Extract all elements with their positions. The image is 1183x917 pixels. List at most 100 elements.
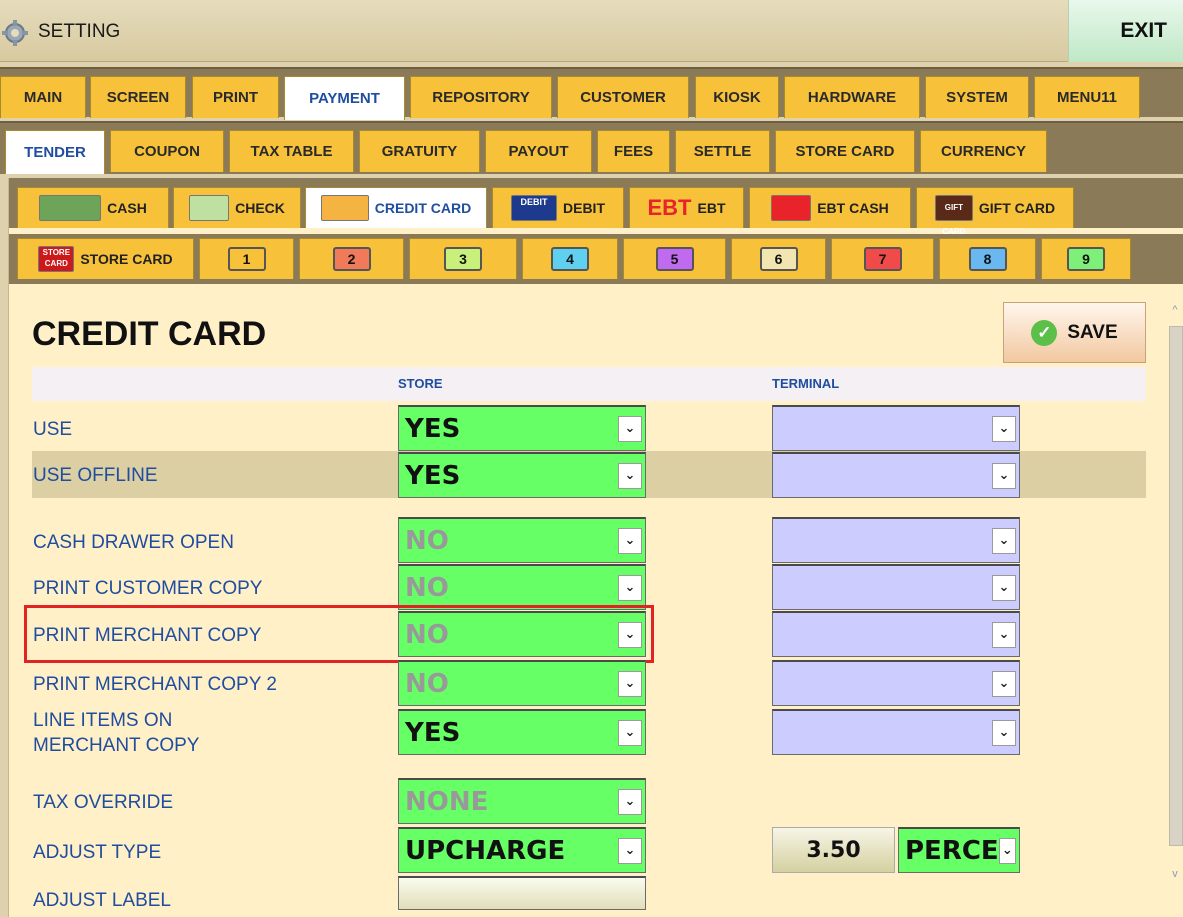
- tab-customer[interactable]: CUSTOMER: [557, 76, 689, 118]
- chevron-down-icon: ⌄: [992, 719, 1016, 746]
- tab-kiosk[interactable]: KIOSK: [695, 76, 779, 118]
- print-merchant-copy-2-terminal-select[interactable]: ⌄: [772, 660, 1020, 706]
- cash-icon: [39, 195, 102, 221]
- tab-payout[interactable]: PAYOUT: [485, 130, 592, 172]
- print-merchant-copy-terminal-select[interactable]: ⌄: [772, 611, 1020, 657]
- chevron-down-icon: ⌄: [618, 788, 642, 815]
- use-offline-store-select[interactable]: YES ⌄: [398, 452, 646, 498]
- adjust-unit-select[interactable]: PERCE ⌄: [898, 827, 1020, 873]
- tab-print[interactable]: PRINT: [192, 76, 279, 118]
- tender-tab-4[interactable]: 4: [522, 238, 618, 279]
- tender-tab-2[interactable]: 2: [299, 238, 404, 279]
- title-bar: SETTING EXIT: [0, 0, 1183, 62]
- chevron-down-icon: ⌄: [992, 415, 1016, 442]
- tab-screen[interactable]: SCREEN: [90, 76, 186, 118]
- use-store-select[interactable]: YES ⌄: [398, 405, 646, 451]
- chevron-down-icon: ⌄: [998, 837, 1016, 864]
- tender-type-bar: CASH CHECK CREDIT CARD DEBIT DEBIT EBT E…: [9, 178, 1183, 260]
- scrollbar-thumb[interactable]: [1169, 326, 1183, 846]
- label-adjust-label: ADJUST LABEL: [33, 890, 171, 911]
- tender-tab-6[interactable]: 6: [731, 238, 826, 279]
- chevron-down-icon: ⌄: [618, 837, 642, 864]
- chevron-down-icon: ⌄: [618, 719, 642, 746]
- tab-tender[interactable]: TENDER: [5, 130, 105, 174]
- tender-9-icon: 9: [1067, 247, 1105, 271]
- exit-button[interactable]: EXIT: [1068, 0, 1183, 62]
- tab-tax-table[interactable]: TAX TABLE: [229, 130, 354, 172]
- chevron-down-icon: ⌄: [618, 574, 642, 601]
- scroll-up-icon[interactable]: ^: [1169, 304, 1181, 318]
- tender-tab-9[interactable]: 9: [1041, 238, 1131, 279]
- tender-tab-ebt-cash[interactable]: EBT CASH: [749, 187, 911, 228]
- gear-icon: [2, 20, 28, 46]
- tab-currency[interactable]: CURRENCY: [920, 130, 1047, 172]
- adjust-amount-input[interactable]: 3.50: [772, 827, 895, 873]
- custom-tender-bar: STORE CARD STORE CARD 1 2 3 4 5 6 7 8 9: [9, 234, 1183, 284]
- tab-store-card[interactable]: STORE CARD: [775, 130, 915, 172]
- tender-tab-credit-card[interactable]: CREDIT CARD: [305, 187, 487, 228]
- tender-3-icon: 3: [444, 247, 482, 271]
- tax-override-store-select[interactable]: NONE ⌄: [398, 778, 646, 824]
- debit-icon: DEBIT: [511, 195, 557, 221]
- tab-settle[interactable]: SETTLE: [675, 130, 770, 172]
- store-column-header: STORE: [398, 376, 443, 391]
- scroll-down-icon[interactable]: v: [1169, 868, 1181, 882]
- column-header: [32, 367, 1146, 401]
- print-merchant-copy-2-store-select[interactable]: NO ⌄: [398, 660, 646, 706]
- tender-tab-7[interactable]: 7: [831, 238, 934, 279]
- tab-payment[interactable]: PAYMENT: [284, 76, 405, 120]
- use-terminal-select[interactable]: ⌄: [772, 405, 1020, 451]
- label-cash-drawer-open: CASH DRAWER OPEN: [33, 532, 234, 553]
- store-card-icon: STORE CARD: [38, 246, 75, 272]
- terminal-column-header: TERMINAL: [772, 376, 840, 391]
- print-customer-copy-terminal-select[interactable]: ⌄: [772, 564, 1020, 610]
- line-items-store-select[interactable]: YES ⌄: [398, 709, 646, 755]
- tender-tab-gift-card[interactable]: GIFT CARD $25 GIFT CARD: [916, 187, 1074, 260]
- tender-7-icon: 7: [863, 247, 902, 271]
- tab-main[interactable]: MAIN: [0, 76, 86, 118]
- label-tax-override: TAX OVERRIDE: [33, 792, 174, 813]
- gift-card-icon: GIFT CARD $25: [934, 195, 973, 260]
- tender-tab-1[interactable]: 1: [199, 238, 294, 279]
- chevron-down-icon: ⌄: [992, 621, 1016, 648]
- adjust-label-input[interactable]: [398, 876, 646, 910]
- use-offline-terminal-select[interactable]: ⌄: [772, 452, 1020, 498]
- vertical-scrollbar[interactable]: ^ v: [1166, 296, 1183, 917]
- tender-tab-check[interactable]: CHECK: [173, 187, 301, 228]
- save-button[interactable]: ✓ SAVE: [1003, 302, 1146, 363]
- tender-4-icon: 4: [551, 247, 589, 271]
- line-items-terminal-select[interactable]: ⌄: [772, 709, 1020, 755]
- label-adjust-type: ADJUST TYPE: [33, 842, 162, 863]
- tender-tab-5[interactable]: 5: [623, 238, 726, 279]
- tender-tab-3[interactable]: 3: [409, 238, 517, 279]
- adjust-type-store-select[interactable]: UPCHARGE ⌄: [398, 827, 646, 873]
- chevron-down-icon: ⌄: [618, 527, 642, 554]
- tab-system[interactable]: SYSTEM: [925, 76, 1029, 118]
- cash-drawer-open-terminal-select[interactable]: ⌄: [772, 517, 1020, 563]
- tab-gratuity[interactable]: GRATUITY: [359, 130, 480, 172]
- tender-tab-ebt[interactable]: EBT EBT: [629, 187, 744, 228]
- chevron-down-icon: ⌄: [992, 670, 1016, 697]
- label-line-items-line2: MERCHANT COPY: [33, 735, 200, 756]
- tender-tab-cash[interactable]: CASH: [17, 187, 169, 228]
- tab-hardware[interactable]: HARDWARE: [784, 76, 920, 118]
- settings-window: SETTING EXIT MAIN SCREEN PRINT PAYMENT R…: [0, 0, 1183, 917]
- ebt-cash-icon: [771, 195, 812, 221]
- print-customer-copy-store-select[interactable]: NO ⌄: [398, 564, 646, 610]
- main-tab-bar: MAIN SCREEN PRINT PAYMENT REPOSITORY CUS…: [0, 67, 1183, 120]
- tab-fees[interactable]: FEES: [597, 130, 670, 172]
- window-title: SETTING: [38, 21, 121, 42]
- chevron-down-icon: ⌄: [618, 415, 642, 442]
- label-print-merchant-copy-2: PRINT MERCHANT COPY 2: [33, 674, 277, 695]
- chevron-down-icon: ⌄: [992, 527, 1016, 554]
- credit-card-icon: [320, 195, 369, 221]
- tab-coupon[interactable]: COUPON: [110, 130, 224, 172]
- tender-tab-store-card[interactable]: STORE CARD STORE CARD: [17, 238, 194, 279]
- label-print-customer-copy: PRINT CUSTOMER COPY: [33, 578, 263, 599]
- tab-repository[interactable]: REPOSITORY: [410, 76, 552, 118]
- tender-tab-8[interactable]: 8: [939, 238, 1036, 279]
- cash-drawer-open-store-select[interactable]: NO ⌄: [398, 517, 646, 563]
- tender-tab-debit[interactable]: DEBIT DEBIT: [492, 187, 624, 228]
- tab-menu11[interactable]: MENU11: [1034, 76, 1140, 118]
- label-line-items: LINE ITEMS ON: [33, 710, 173, 731]
